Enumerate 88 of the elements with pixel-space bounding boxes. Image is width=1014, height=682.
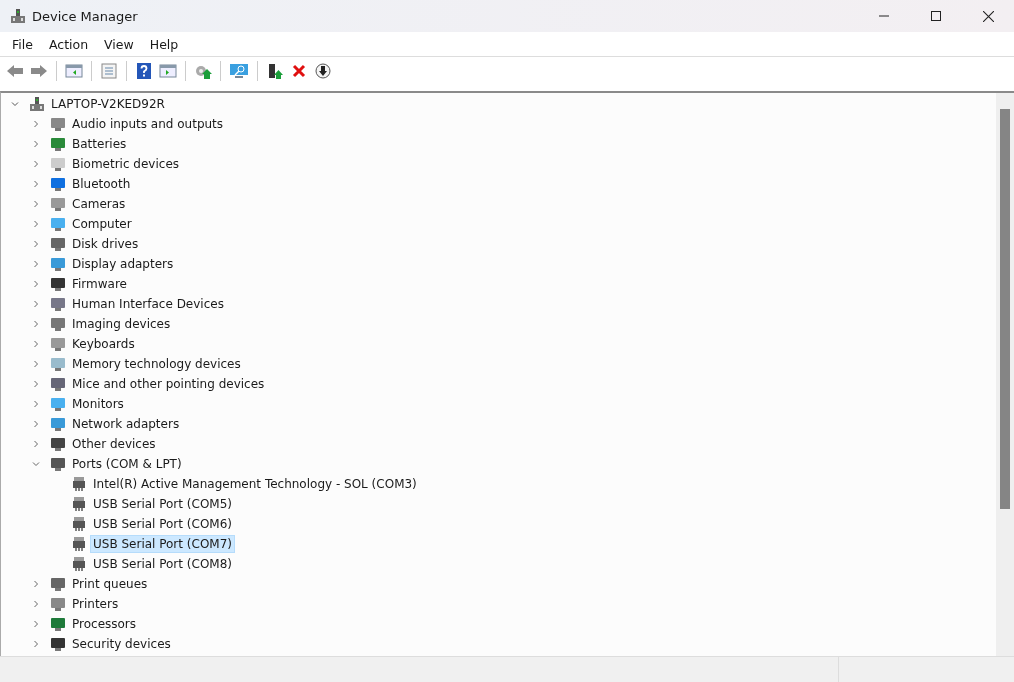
computer-icon [29, 96, 45, 112]
device-manager-icon [10, 8, 26, 24]
expand-chevron-icon[interactable] [32, 340, 40, 348]
tree-item[interactable]: Firmware [70, 276, 129, 292]
vertical-scrollbar[interactable] [996, 93, 1014, 656]
collapse-chevron-icon[interactable] [11, 100, 19, 108]
expand-chevron-icon[interactable] [32, 240, 40, 248]
device-icon [50, 236, 66, 252]
tree-item[interactable]: Ports (COM & LPT) [70, 456, 184, 472]
menu-item[interactable]: Action [40, 36, 97, 52]
expand-chevron-icon[interactable] [32, 260, 40, 268]
expand-chevron-icon[interactable] [32, 120, 40, 128]
expand-chevron-icon[interactable] [32, 220, 40, 228]
tree-item[interactable]: Cameras [70, 196, 128, 212]
tree-item[interactable]: USB Serial Port (COM7) [91, 536, 234, 552]
device-icon [50, 596, 66, 612]
tree-item[interactable]: Security devices [70, 636, 173, 652]
menu-item[interactable]: File [4, 36, 41, 52]
expand-chevron-icon[interactable] [32, 280, 40, 288]
tree-item[interactable]: LAPTOP-V2KED92R [49, 96, 167, 112]
device-icon [50, 136, 66, 152]
expand-chevron-icon[interactable] [32, 580, 40, 588]
tree-item[interactable]: Keyboards [70, 336, 137, 352]
menu-item[interactable]: Help [141, 36, 187, 52]
device-icon [50, 356, 66, 372]
tree-item[interactable]: USB Serial Port (COM6) [91, 516, 234, 532]
device-icon [50, 616, 66, 632]
tree-item[interactable]: Human Interface Devices [70, 296, 226, 312]
window-title: Device Manager [32, 8, 138, 24]
expand-chevron-icon[interactable] [32, 640, 40, 648]
expand-chevron-icon[interactable] [32, 300, 40, 308]
tree-item[interactable]: Network adapters [70, 416, 182, 432]
expand-chevron-icon[interactable] [32, 620, 40, 628]
tree-item[interactable]: Computer [70, 216, 134, 232]
device-icon [50, 336, 66, 352]
expand-chevron-icon[interactable] [32, 180, 40, 188]
port-icon [71, 496, 87, 512]
device-icon [50, 276, 66, 292]
tree-item[interactable]: Memory technology devices [70, 356, 243, 372]
device-icon [50, 296, 66, 312]
tree-item[interactable]: Print queues [70, 576, 150, 592]
tree-item[interactable]: Disk drives [70, 236, 141, 252]
tree-item[interactable]: Processors [70, 616, 139, 632]
expand-chevron-icon[interactable] [32, 440, 40, 448]
tree-item[interactable]: Mice and other pointing devices [70, 376, 267, 392]
port-icon [71, 516, 87, 532]
menu-item[interactable]: View [96, 36, 142, 52]
device-icon [50, 416, 66, 432]
tree-item[interactable]: Imaging devices [70, 316, 173, 332]
device-icon [50, 156, 66, 172]
port-icon [71, 536, 87, 552]
device-icon [50, 436, 66, 452]
device-icon [50, 176, 66, 192]
device-icon [50, 396, 66, 412]
port-icon [71, 556, 87, 572]
collapse-chevron-icon[interactable] [32, 460, 40, 468]
tree-item[interactable]: Display adapters [70, 256, 176, 272]
expand-chevron-icon[interactable] [32, 320, 40, 328]
expand-chevron-icon[interactable] [32, 600, 40, 608]
tree-item[interactable]: Monitors [70, 396, 126, 412]
expand-chevron-icon[interactable] [32, 360, 40, 368]
expand-chevron-icon[interactable] [32, 140, 40, 148]
device-icon [50, 376, 66, 392]
device-icon [50, 216, 66, 232]
tree-item[interactable]: Biometric devices [70, 156, 182, 172]
device-icon [50, 116, 66, 132]
device-icon [50, 636, 66, 652]
tree-item[interactable]: USB Serial Port (COM8) [91, 556, 234, 572]
device-icon [50, 456, 66, 472]
device-icon [50, 576, 66, 592]
tree-item[interactable]: Batteries [70, 136, 129, 152]
device-icon [50, 316, 66, 332]
close-icon [982, 10, 994, 22]
expand-chevron-icon[interactable] [32, 420, 40, 428]
maximize-icon [931, 11, 941, 21]
tree-item[interactable]: USB Serial Port (COM5) [91, 496, 234, 512]
expand-chevron-icon[interactable] [32, 400, 40, 408]
tree-item[interactable]: Audio inputs and outputs [70, 116, 226, 132]
expand-chevron-icon[interactable] [32, 160, 40, 168]
port-icon [71, 476, 87, 492]
expand-chevron-icon[interactable] [32, 200, 40, 208]
tree-item[interactable]: Other devices [70, 436, 158, 452]
device-icon [50, 256, 66, 272]
device-icon [50, 196, 66, 212]
tree-item[interactable]: Printers [70, 596, 121, 612]
expand-chevron-icon[interactable] [32, 380, 40, 388]
tree-item[interactable]: Intel(R) Active Management Technology - SOL (COM3) [91, 476, 419, 492]
tree-item[interactable]: Bluetooth [70, 176, 133, 192]
